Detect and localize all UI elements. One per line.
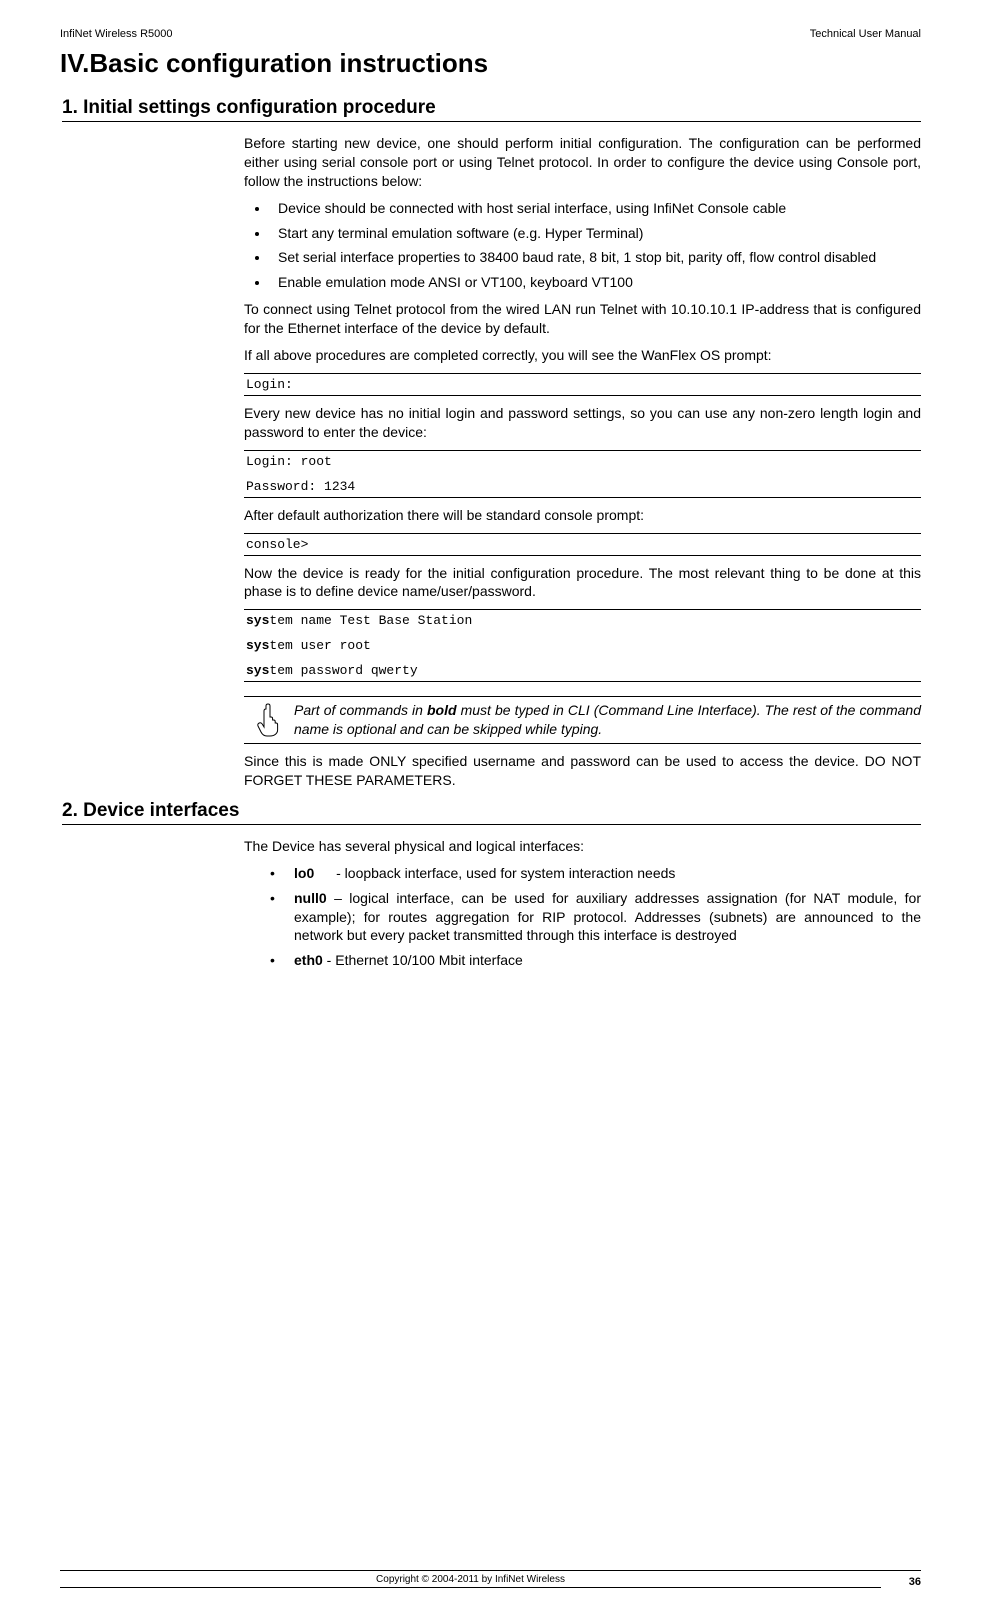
doc-header: InfiNet Wireless R5000 Technical User Ma… <box>60 28 921 40</box>
iface-name: null0 <box>294 890 327 906</box>
list-item: Enable emulation mode ANSI or VT100, key… <box>270 273 921 292</box>
paragraph: After default authorization there will b… <box>244 506 921 525</box>
list-item: Device should be connected with host ser… <box>270 199 921 218</box>
section-2-title: 2. Device interfaces <box>62 800 921 825</box>
code-rest: tem name Test Base Station <box>269 613 472 628</box>
paragraph: To connect using Telnet protocol from th… <box>244 300 921 338</box>
bullet-list: Device should be connected with host ser… <box>270 199 921 293</box>
doc-header-right: Technical User Manual <box>810 28 921 40</box>
list-item: Start any terminal emulation software (e… <box>270 224 921 243</box>
code-bold: sys <box>246 613 269 628</box>
paragraph: Every new device has no initial login an… <box>244 404 921 442</box>
iface-desc: - loopback interface, used for system in… <box>332 865 675 881</box>
paragraph: The Device has several physical and logi… <box>244 837 921 856</box>
paragraph: Since this is made ONLY specified userna… <box>244 752 921 790</box>
code-bold: sys <box>246 638 269 653</box>
iface-name: eth0 <box>294 952 323 968</box>
note-text-part: Part of commands in <box>294 702 427 718</box>
iface-desc: – logical interface, can be used for aux… <box>294 890 921 944</box>
list-item: Set serial interface properties to 38400… <box>270 248 921 267</box>
code-prompt: console> <box>244 533 921 556</box>
paragraph: If all above procedures are completed co… <box>244 346 921 365</box>
code-prompt: Password: 1234 <box>244 475 921 498</box>
chapter-title: IV.Basic configuration instructions <box>60 48 921 79</box>
note-text: Part of commands in bold must be typed i… <box>294 701 921 739</box>
code-rest: tem password qwerty <box>269 663 417 678</box>
code-command: system name Test Base Station <box>244 609 921 630</box>
copyright: Copyright © 2004-2011 by InfiNet Wireles… <box>60 1574 881 1588</box>
note-bold-word: bold <box>427 702 457 718</box>
page-number: 36 <box>881 1576 921 1588</box>
interface-list: lo0 - loopback interface, used for syste… <box>270 864 921 970</box>
code-rest: tem user root <box>269 638 370 653</box>
list-item: lo0 - loopback interface, used for syste… <box>270 864 921 883</box>
code-bold: sys <box>246 663 269 678</box>
list-item: eth0 - Ethernet 10/100 Mbit interface <box>270 951 921 970</box>
iface-desc: - Ethernet 10/100 Mbit interface <box>323 952 523 968</box>
note-block: Part of commands in bold must be typed i… <box>244 696 921 744</box>
paragraph: Before starting new device, one should p… <box>244 134 921 191</box>
hand-icon <box>244 701 294 737</box>
paragraph: Now the device is ready for the initial … <box>244 564 921 602</box>
iface-name: lo0 <box>294 865 314 881</box>
code-prompt: Login: <box>244 373 921 396</box>
page-footer: Copyright © 2004-2011 by InfiNet Wireles… <box>60 1570 921 1598</box>
doc-header-left: InfiNet Wireless R5000 <box>60 28 173 40</box>
code-prompt: Login: root <box>244 450 921 469</box>
code-command: system password qwerty <box>244 661 921 682</box>
code-command: system user root <box>244 636 921 655</box>
section-1-title: 1. Initial settings configuration proced… <box>62 97 921 122</box>
list-item: null0 – logical interface, can be used f… <box>270 889 921 946</box>
